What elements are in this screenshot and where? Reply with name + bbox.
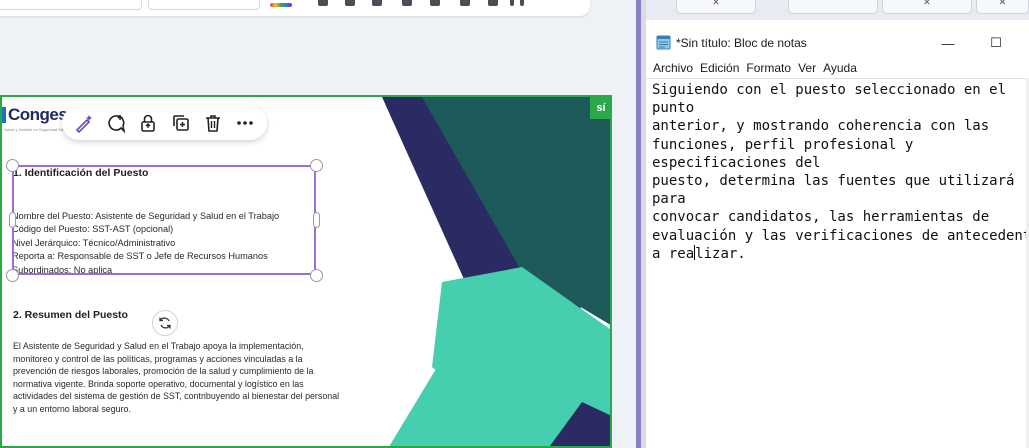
section2-line: monitoreo y control de las políticas, pr… — [13, 353, 303, 364]
trash-icon[interactable] — [200, 110, 226, 136]
section1-line: Reporta a: Responsable de SST o Jefe de … — [12, 251, 268, 262]
duplicate-icon[interactable] — [168, 110, 194, 136]
text-line: punto — [652, 100, 695, 117]
text-line-with-caret: a realizar. — [652, 244, 1029, 263]
snap-tab-2[interactable] — [788, 0, 878, 14]
slide-canvas[interactable]: Congese Salud y Gestión en Seguridad SAS… — [0, 95, 612, 448]
resize-handle-top-left[interactable] — [6, 159, 19, 172]
comment-add-icon[interactable] — [103, 110, 129, 136]
text-before-caret: a rea — [652, 245, 695, 262]
resize-handle-bottom-left[interactable] — [6, 269, 19, 282]
snap-tab-1[interactable]: ✕ — [676, 0, 756, 14]
snap-tab-3[interactable]: ✕ — [882, 0, 972, 14]
section1-line: Nivel Jerárquico: Técnico/Administrativo — [12, 237, 176, 248]
si-badge[interactable]: sí — [590, 97, 610, 119]
toolbar-dropdown-size[interactable] — [148, 0, 260, 10]
slide-editor-pane: Congese Salud y Gestión en Seguridad SAS… — [0, 0, 636, 448]
more-icon[interactable] — [232, 110, 258, 136]
notepad-titlebar[interactable]: *Sin título: Bloc de notas — ☐ — [646, 28, 1029, 58]
text-after-caret: lizar. — [695, 245, 746, 262]
maximize-button[interactable]: ☐ — [976, 30, 1016, 56]
section1-line: Nombre del Puesto: Asistente de Segurida… — [12, 211, 280, 221]
section2-line: prevención de riesgos laborales, promoci… — [13, 366, 314, 377]
text-line: Siguiendo con el puesto seleccionado en … — [652, 82, 1007, 98]
toolbar-icon-2[interactable] — [345, 0, 355, 6]
lock-icon[interactable] — [135, 110, 161, 136]
section2-title[interactable]: 2. Resumen del Puesto — [13, 309, 128, 321]
resize-handle-bottom-right[interactable] — [310, 269, 323, 282]
text-line: funciones, perfil profesional y — [652, 136, 914, 153]
text-line: puesto, determina las fuentes que utiliz… — [652, 173, 1015, 190]
resize-handle-top-right[interactable] — [310, 159, 323, 172]
snap-group-bar: ✕ ✕ ✕ — [646, 0, 1029, 20]
menu-ver[interactable]: Ver — [798, 61, 816, 75]
text-line: evaluación y las verificaciones de antec… — [652, 227, 1029, 244]
toolbar-icon-7[interactable] — [488, 0, 498, 6]
section1-text-box[interactable]: Nombre del Puesto: Asistente de Segurida… — [12, 210, 314, 277]
floating-element-toolbar — [62, 106, 267, 140]
editor-top-toolbar — [0, 0, 590, 16]
section2-text-box[interactable]: El Asistente de Seguridad y Salud en el … — [13, 340, 413, 416]
snap-tab-4[interactable]: ✕ — [976, 0, 1029, 14]
section1-line: Código del Puesto: SST-AST (opcional) — [12, 224, 174, 235]
section2-line: El Asistente de Seguridad y Salud en el … — [13, 341, 304, 351]
text-line: anterior, y mostrando coherencia con las — [652, 118, 990, 135]
notepad-window: ✕ ✕ ✕ *Sin título: Bloc de notas — ☐ Arc… — [646, 0, 1029, 448]
toolbar-dropdown-font[interactable] — [0, 0, 142, 10]
resize-handle-right[interactable] — [313, 212, 320, 228]
notepad-app-icon — [656, 35, 671, 50]
menu-ayuda[interactable]: Ayuda — [823, 61, 857, 75]
magic-pen-icon[interactable] — [71, 110, 97, 136]
notepad-text-area[interactable]: Siguiendo con el puesto seleccionado en … — [646, 78, 1029, 448]
toolbar-icon-9[interactable] — [520, 0, 524, 6]
text-line: para — [652, 191, 686, 208]
toolbar-icon-6[interactable] — [460, 0, 470, 6]
toolbar-icon-1[interactable] — [318, 0, 328, 6]
toolbar-icon-8[interactable] — [510, 0, 514, 6]
window-title: *Sin título: Bloc de notas — [676, 36, 807, 50]
regenerate-icon[interactable] — [152, 310, 178, 336]
toolbar-icon-4[interactable] — [402, 0, 412, 6]
text-line: especificaciones del — [652, 154, 821, 171]
section2-line: actividades del sistema de gestión de SS… — [13, 391, 340, 402]
section2-line: y a un entorno laboral seguro. — [13, 403, 131, 414]
section2-line: normativa vigente. Brinda soporte operat… — [13, 378, 304, 389]
toolbar-icon-3[interactable] — [372, 0, 382, 6]
notepad-menubar: Archivo Edición Formato Ver Ayuda — [646, 58, 1029, 78]
text-line: convocar candidatos, las herramientas de — [652, 209, 990, 226]
menu-archivo[interactable]: Archivo — [653, 61, 693, 75]
text-color-icon[interactable] — [270, 3, 292, 7]
minimize-button[interactable]: — — [928, 30, 968, 56]
menu-edicion[interactable]: Edición — [700, 61, 739, 75]
menu-formato[interactable]: Formato — [746, 61, 791, 75]
toolbar-icon-5[interactable] — [430, 0, 440, 6]
section1-title[interactable]: 1. Identificación del Puesto — [13, 167, 148, 179]
section1-line: Subordinados: No aplica — [12, 264, 113, 275]
resize-handle-left[interactable] — [9, 212, 16, 228]
